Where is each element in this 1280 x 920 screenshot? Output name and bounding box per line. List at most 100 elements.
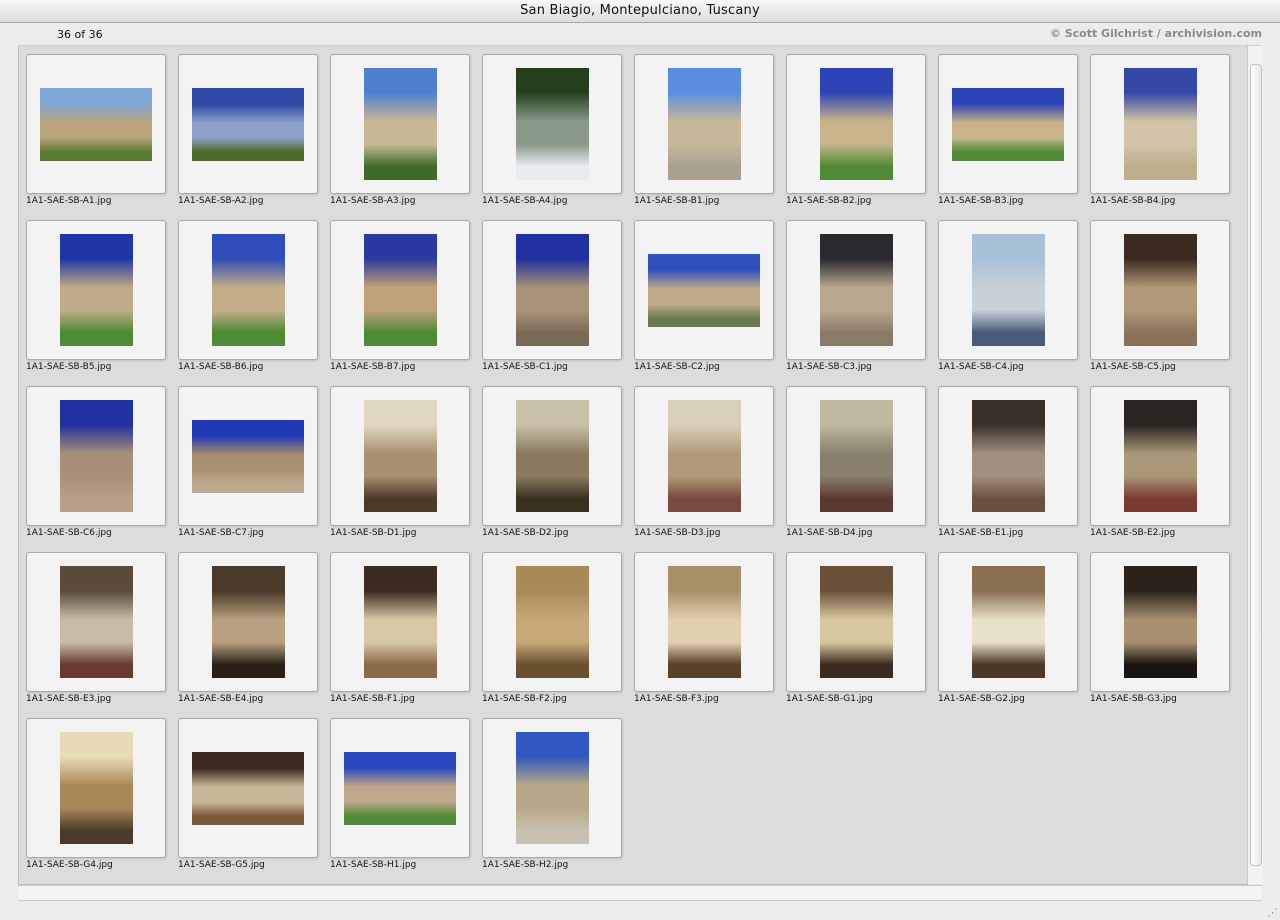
- thumbnail-item[interactable]: 1A1-SAE-SB-E3.jpg: [26, 552, 166, 710]
- thumbnail-item[interactable]: 1A1-SAE-SB-C6.jpg: [26, 386, 166, 544]
- thumbnail-item[interactable]: 1A1-SAE-SB-G1.jpg: [786, 552, 926, 710]
- slide-frame[interactable]: [26, 54, 166, 194]
- photo-thumbnail[interactable]: [364, 400, 437, 512]
- slide-frame[interactable]: [482, 386, 622, 526]
- thumbnail-item[interactable]: 1A1-SAE-SB-F1.jpg: [330, 552, 470, 710]
- photo-thumbnail[interactable]: [516, 732, 589, 844]
- photo-thumbnail[interactable]: [516, 234, 589, 346]
- photo-thumbnail[interactable]: [192, 420, 304, 493]
- thumbnail-item[interactable]: 1A1-SAE-SB-D2.jpg: [482, 386, 622, 544]
- thumbnail-item[interactable]: 1A1-SAE-SB-B5.jpg: [26, 220, 166, 378]
- slide-frame[interactable]: [330, 552, 470, 692]
- photo-thumbnail[interactable]: [516, 68, 589, 180]
- photo-thumbnail[interactable]: [40, 88, 152, 161]
- photo-thumbnail[interactable]: [60, 566, 133, 678]
- slide-frame[interactable]: [634, 552, 774, 692]
- slide-frame[interactable]: [178, 54, 318, 194]
- slide-frame[interactable]: [178, 220, 318, 360]
- photo-thumbnail[interactable]: [516, 566, 589, 678]
- slide-frame[interactable]: [482, 552, 622, 692]
- photo-thumbnail[interactable]: [820, 400, 893, 512]
- slide-frame[interactable]: [26, 718, 166, 858]
- thumbnail-item[interactable]: 1A1-SAE-SB-F2.jpg: [482, 552, 622, 710]
- slide-frame[interactable]: [938, 54, 1078, 194]
- thumbnail-item[interactable]: 1A1-SAE-SB-C7.jpg: [178, 386, 318, 544]
- thumbnail-item[interactable]: 1A1-SAE-SB-A1.jpg: [26, 54, 166, 212]
- thumbnail-item[interactable]: 1A1-SAE-SB-H1.jpg: [330, 718, 470, 876]
- thumbnail-item[interactable]: 1A1-SAE-SB-C1.jpg: [482, 220, 622, 378]
- slide-frame[interactable]: [634, 54, 774, 194]
- slide-frame[interactable]: [786, 220, 926, 360]
- photo-thumbnail[interactable]: [668, 566, 741, 678]
- slide-frame[interactable]: [330, 718, 470, 858]
- thumbnail-item[interactable]: 1A1-SAE-SB-G2.jpg: [938, 552, 1078, 710]
- thumbnail-item[interactable]: 1A1-SAE-SB-B7.jpg: [330, 220, 470, 378]
- slide-frame[interactable]: [482, 220, 622, 360]
- thumbnail-item[interactable]: 1A1-SAE-SB-C3.jpg: [786, 220, 926, 378]
- thumbnail-item[interactable]: 1A1-SAE-SB-D3.jpg: [634, 386, 774, 544]
- thumbnail-item[interactable]: 1A1-SAE-SB-E2.jpg: [1090, 386, 1230, 544]
- slide-frame[interactable]: [938, 220, 1078, 360]
- slide-frame[interactable]: [330, 386, 470, 526]
- slide-frame[interactable]: [330, 54, 470, 194]
- photo-thumbnail[interactable]: [972, 400, 1045, 512]
- photo-thumbnail[interactable]: [516, 400, 589, 512]
- photo-thumbnail[interactable]: [648, 254, 760, 327]
- slide-frame[interactable]: [178, 552, 318, 692]
- thumbnail-item[interactable]: 1A1-SAE-SB-D1.jpg: [330, 386, 470, 544]
- thumbnail-item[interactable]: 1A1-SAE-SB-B3.jpg: [938, 54, 1078, 212]
- photo-thumbnail[interactable]: [364, 68, 437, 180]
- thumbnail-item[interactable]: 1A1-SAE-SB-A3.jpg: [330, 54, 470, 212]
- thumbnail-item[interactable]: 1A1-SAE-SB-F3.jpg: [634, 552, 774, 710]
- thumbnail-item[interactable]: 1A1-SAE-SB-C4.jpg: [938, 220, 1078, 378]
- slide-frame[interactable]: [26, 220, 166, 360]
- thumbnail-item[interactable]: 1A1-SAE-SB-B1.jpg: [634, 54, 774, 212]
- thumbnail-item[interactable]: 1A1-SAE-SB-G3.jpg: [1090, 552, 1230, 710]
- slide-frame[interactable]: [1090, 54, 1230, 194]
- photo-thumbnail[interactable]: [60, 732, 133, 844]
- slide-frame[interactable]: [482, 54, 622, 194]
- photo-thumbnail[interactable]: [668, 400, 741, 512]
- photo-thumbnail[interactable]: [820, 234, 893, 346]
- slide-frame[interactable]: [178, 718, 318, 858]
- horizontal-scrollbar[interactable]: [18, 885, 1262, 901]
- photo-thumbnail[interactable]: [668, 68, 741, 180]
- photo-thumbnail[interactable]: [192, 88, 304, 161]
- resize-grip-icon[interactable]: ⋰: [1265, 905, 1280, 920]
- slide-frame[interactable]: [634, 386, 774, 526]
- scroll-thumb[interactable]: [1250, 64, 1262, 866]
- photo-thumbnail[interactable]: [192, 752, 304, 825]
- thumbnail-item[interactable]: 1A1-SAE-SB-E1.jpg: [938, 386, 1078, 544]
- slide-frame[interactable]: [938, 552, 1078, 692]
- slide-frame[interactable]: [178, 386, 318, 526]
- photo-thumbnail[interactable]: [212, 566, 285, 678]
- slide-frame[interactable]: [330, 220, 470, 360]
- slide-frame[interactable]: [634, 220, 774, 360]
- photo-thumbnail[interactable]: [364, 234, 437, 346]
- thumbnail-item[interactable]: 1A1-SAE-SB-B2.jpg: [786, 54, 926, 212]
- thumbnail-item[interactable]: 1A1-SAE-SB-E4.jpg: [178, 552, 318, 710]
- photo-thumbnail[interactable]: [972, 566, 1045, 678]
- photo-thumbnail[interactable]: [364, 566, 437, 678]
- slide-frame[interactable]: [1090, 220, 1230, 360]
- photo-thumbnail[interactable]: [820, 68, 893, 180]
- vertical-scrollbar[interactable]: [1247, 46, 1263, 884]
- slide-frame[interactable]: [482, 718, 622, 858]
- thumbnail-item[interactable]: 1A1-SAE-SB-G5.jpg: [178, 718, 318, 876]
- slide-frame[interactable]: [786, 386, 926, 526]
- slide-frame[interactable]: [26, 386, 166, 526]
- slide-frame[interactable]: [786, 552, 926, 692]
- photo-thumbnail[interactable]: [60, 234, 133, 346]
- thumbnail-item[interactable]: 1A1-SAE-SB-B4.jpg: [1090, 54, 1230, 212]
- photo-thumbnail[interactable]: [972, 234, 1045, 346]
- slide-frame[interactable]: [938, 386, 1078, 526]
- slide-frame[interactable]: [26, 552, 166, 692]
- photo-thumbnail[interactable]: [212, 234, 285, 346]
- thumbnail-item[interactable]: 1A1-SAE-SB-G4.jpg: [26, 718, 166, 876]
- photo-thumbnail[interactable]: [952, 88, 1064, 161]
- thumbnail-item[interactable]: 1A1-SAE-SB-C5.jpg: [1090, 220, 1230, 378]
- photo-thumbnail[interactable]: [1124, 400, 1197, 512]
- slide-frame[interactable]: [1090, 386, 1230, 526]
- photo-thumbnail[interactable]: [820, 566, 893, 678]
- thumbnail-item[interactable]: 1A1-SAE-SB-C2.jpg: [634, 220, 774, 378]
